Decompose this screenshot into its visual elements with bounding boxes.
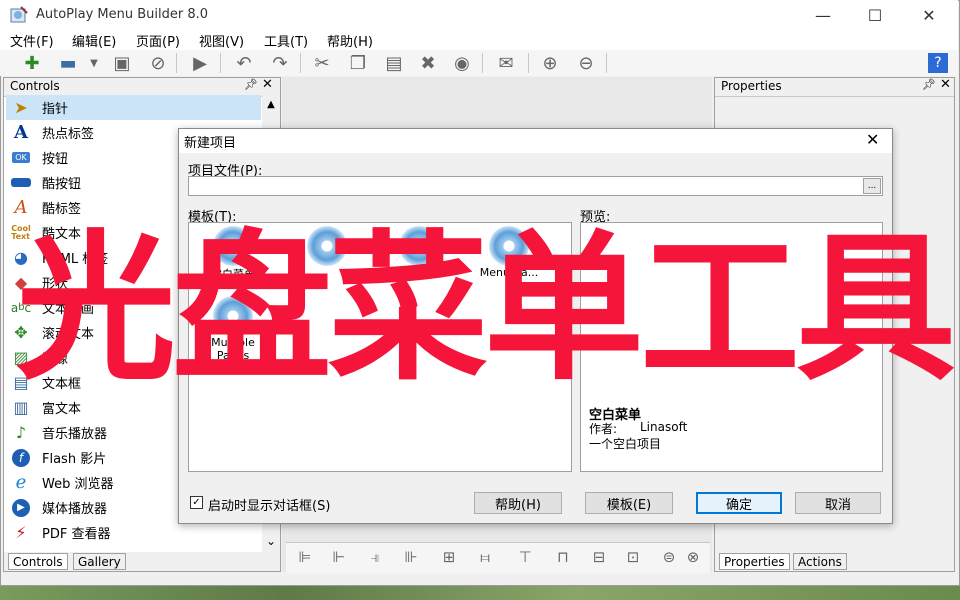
- ok-button[interactable]: 确定: [696, 492, 782, 514]
- remove-page-icon[interactable]: ⊖: [574, 51, 598, 75]
- toolbar-separator: [606, 53, 607, 73]
- pointer-icon: ➤: [14, 98, 28, 117]
- help-button[interactable]: 帮助(H): [474, 492, 562, 514]
- open-icon[interactable]: ▬: [56, 51, 80, 75]
- undo-icon[interactable]: ↶: [232, 51, 256, 75]
- remove-icon[interactable]: ⊗: [682, 545, 704, 569]
- same-height-icon[interactable]: ⊓: [552, 545, 574, 569]
- scroll-down-icon[interactable]: ⌄: [264, 534, 278, 548]
- controls-panel-title: Controls: [10, 79, 60, 93]
- panel-close-icon[interactable]: ✕: [262, 77, 273, 92]
- toolbar-separator: [220, 53, 221, 73]
- tab-actions[interactable]: Actions: [793, 553, 847, 570]
- help-icon[interactable]: ?: [928, 53, 948, 73]
- redo-icon[interactable]: ↷: [268, 51, 292, 75]
- scroll-up-icon[interactable]: ▲: [264, 99, 278, 113]
- show-on-start-checkbox[interactable]: ✓: [190, 496, 203, 509]
- center-vertical-icon[interactable]: ⊟: [588, 545, 610, 569]
- media-player-icon: ▶: [8, 497, 34, 519]
- control-item-label: 指针: [42, 102, 69, 117]
- pdf-viewer-icon: ⚡: [15, 523, 27, 542]
- align-right-icon[interactable]: ⫣: [364, 545, 386, 569]
- menu-tools[interactable]: 工具(T): [264, 31, 308, 50]
- space-vertical-icon[interactable]: ⊜: [658, 545, 680, 569]
- add-page-icon[interactable]: ⊕: [538, 51, 562, 75]
- menu-edit[interactable]: 编辑(E): [72, 31, 116, 50]
- toolbar-separator: [482, 53, 483, 73]
- overlay-title: 光盘菜单工具: [16, 215, 956, 402]
- control-item-label: 按钮: [42, 152, 69, 167]
- control-item-label: PDF 查看器: [42, 527, 111, 542]
- menu-file[interactable]: 文件(F): [10, 31, 54, 50]
- replace-icon[interactable]: ◉: [450, 51, 474, 75]
- toolbar-separator: [176, 53, 177, 73]
- control-item-label: 音乐播放器: [42, 427, 108, 442]
- close-project-icon[interactable]: ⊘: [146, 51, 170, 75]
- paste-icon[interactable]: ▤: [382, 51, 406, 75]
- hotspot-label-icon: A: [14, 122, 28, 143]
- menu-view[interactable]: 视图(V): [199, 31, 244, 50]
- tab-controls[interactable]: Controls: [8, 553, 68, 570]
- control-item-label: Flash 影片: [42, 452, 107, 467]
- close-button[interactable]: ✕: [906, 0, 952, 30]
- delete-icon[interactable]: ✖: [416, 51, 440, 75]
- pin-icon[interactable]: 📌︎: [922, 78, 936, 91]
- properties-panel-title: Properties: [721, 79, 782, 93]
- web-browser-icon: ℯ: [15, 472, 27, 493]
- pin-icon[interactable]: 📌︎: [244, 78, 258, 91]
- cancel-button[interactable]: 取消: [795, 492, 881, 514]
- maximize-button[interactable]: ☐: [852, 0, 898, 30]
- show-on-start-label: 启动时显示对话框(S): [208, 499, 331, 514]
- same-width-icon[interactable]: ⊞: [438, 545, 460, 569]
- open-dropdown-icon[interactable]: ▼: [82, 51, 106, 75]
- toolbar-separator: [528, 53, 529, 73]
- app-icon: [10, 6, 28, 24]
- space-horizontal-icon[interactable]: ⧦: [474, 545, 496, 569]
- music-player-icon: ♪: [15, 423, 27, 442]
- desktop-background: [0, 585, 960, 600]
- control-item-label: 媒体播放器: [42, 502, 108, 517]
- new-icon[interactable]: ✚: [20, 51, 44, 75]
- control-item-pointer[interactable]: ➤ 指针: [6, 95, 261, 120]
- tab-properties[interactable]: Properties: [719, 553, 790, 570]
- align-top-icon[interactable]: ⊪: [400, 545, 422, 569]
- flash-icon: f: [8, 447, 34, 469]
- cut-icon[interactable]: ✂: [310, 51, 334, 75]
- dialog-close-icon[interactable]: ✕: [866, 130, 879, 149]
- toolbar-separator: [300, 53, 301, 73]
- menu-help[interactable]: 帮助(H): [327, 31, 373, 50]
- run-icon[interactable]: ▶: [188, 51, 212, 75]
- window-title: AutoPlay Menu Builder 8.0: [36, 7, 209, 22]
- control-item-label: Web 浏览器: [42, 477, 114, 492]
- tab-gallery[interactable]: Gallery: [73, 553, 126, 570]
- toolbar: [0, 50, 958, 76]
- align-middle-icon[interactable]: ⊤: [514, 545, 536, 569]
- menu-page[interactable]: 页面(P): [136, 31, 180, 50]
- align-center-icon[interactable]: ⊩: [328, 545, 350, 569]
- copy-icon[interactable]: ❐: [346, 51, 370, 75]
- template-button[interactable]: 模板(E): [585, 492, 673, 514]
- panel-close-icon[interactable]: ✕: [940, 77, 951, 92]
- save-icon[interactable]: ▣: [110, 51, 134, 75]
- control-item-label: 热点标签: [42, 127, 95, 142]
- align-left-icon[interactable]: ⊫: [294, 545, 316, 569]
- minimize-button[interactable]: —: [800, 0, 846, 30]
- mail-icon[interactable]: ✉: [494, 51, 518, 75]
- dialog-title: 新建项目: [184, 136, 237, 151]
- bring-front-icon[interactable]: ⊡: [622, 545, 644, 569]
- button-icon: OK: [8, 147, 34, 169]
